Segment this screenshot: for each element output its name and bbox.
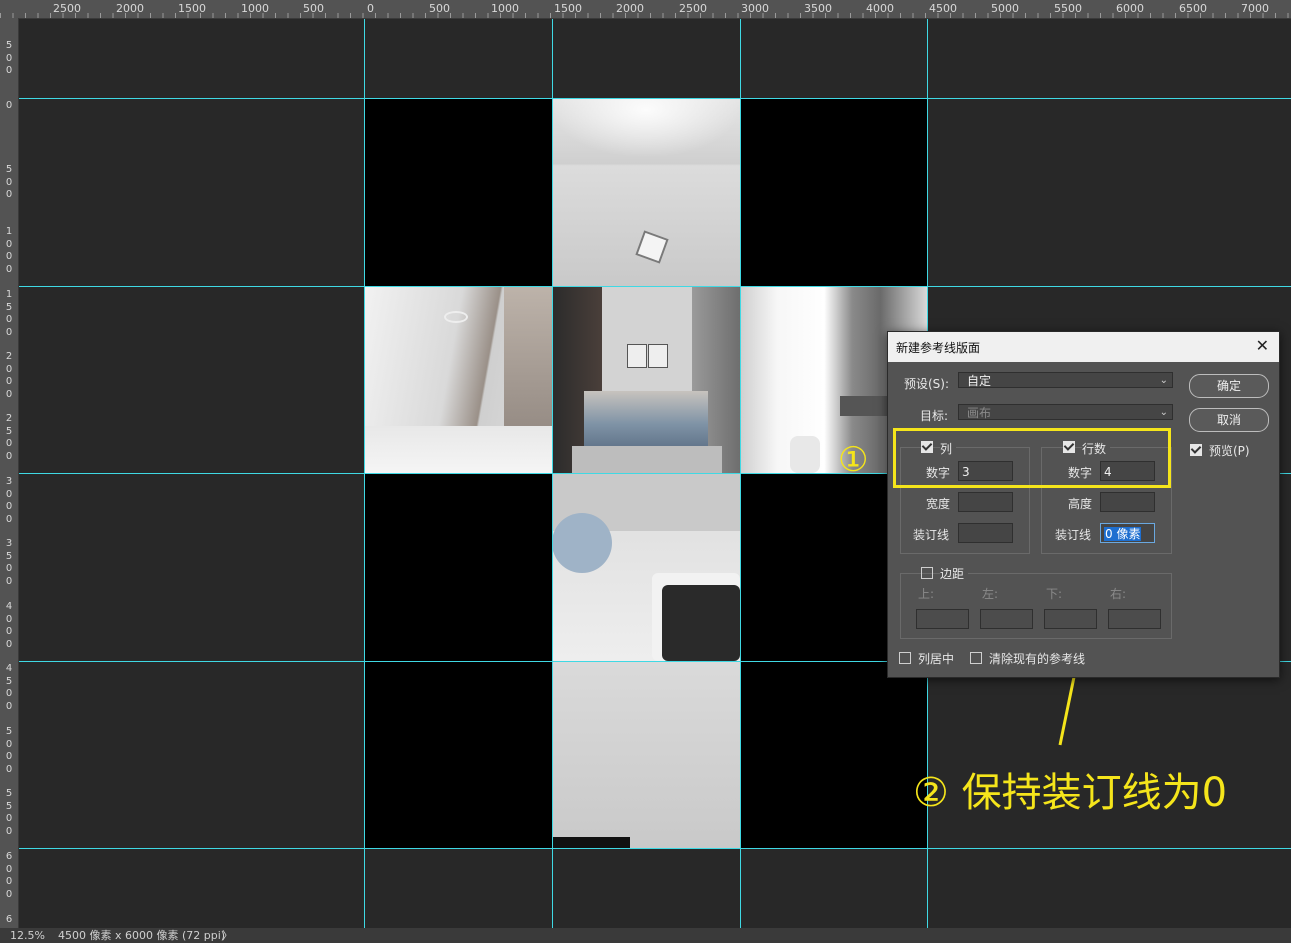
ruler-label: 4500 <box>929 2 957 15</box>
ruler-label: 500 <box>429 2 450 15</box>
cancel-button[interactable]: 取消 <box>1189 408 1269 432</box>
horizontal-ruler[interactable]: 2500 2000 1500 1000 500 0 500 1000 1500 2000 2500 3… <box>0 0 1291 19</box>
preset-dropdown[interactable]: 自定 ⌄ <box>958 372 1173 388</box>
clear-guides-checkbox[interactable] <box>970 652 982 664</box>
ruler-label: 5000 <box>991 2 1019 15</box>
guide-horizontal[interactable] <box>19 286 1291 287</box>
ruler-label: 5500 <box>1054 2 1082 15</box>
ruler-label: 1000 <box>5 226 13 275</box>
image-tile-left-wall <box>364 286 552 473</box>
rows-height-label: 高度 <box>1068 497 1093 511</box>
ruler-label: 5500 <box>5 788 13 837</box>
columns-gutter-label: 装订线 <box>913 528 950 542</box>
ruler-label: 2000 <box>5 351 13 400</box>
margin-group <box>900 573 1172 639</box>
margin-checkbox[interactable] <box>921 567 933 579</box>
document-info: 4500 像素 x 6000 像素 (72 ppi) <box>58 929 226 942</box>
rows-gutter-input[interactable]: 0 像素 <box>1100 523 1155 543</box>
target-dropdown[interactable]: 画布 ⌄ <box>958 404 1173 420</box>
ruler-label: 4000 <box>866 2 894 15</box>
close-icon[interactable]: ✕ <box>1256 336 1269 355</box>
preview-checkbox[interactable] <box>1190 444 1202 456</box>
ruler-label: 1500 <box>554 2 582 15</box>
document-empty-region <box>740 98 927 286</box>
ruler-label: 3000 <box>5 476 13 525</box>
image-tile-bottom <box>552 661 740 848</box>
ok-button[interactable]: 确定 <box>1189 374 1269 398</box>
ruler-label: 1500 <box>178 2 206 15</box>
ruler-label: 500 <box>303 2 324 15</box>
guide-horizontal[interactable] <box>19 98 1291 99</box>
margin-bottom-label: 下: <box>1046 587 1063 601</box>
document-empty-region <box>364 98 552 286</box>
ruler-label: 6 <box>5 914 13 925</box>
ruler-label: 500 <box>5 164 13 200</box>
ruler-label: 4500 <box>5 663 13 712</box>
ruler-label: 0 <box>5 100 13 111</box>
rows-gutter-value: 0 像素 <box>1104 527 1142 541</box>
status-arrow-icon[interactable]: 〉 <box>222 928 233 943</box>
center-columns-checkbox[interactable] <box>899 652 911 664</box>
center-columns-label: 列居中 <box>918 652 955 666</box>
annotation-step1: ① <box>838 440 869 480</box>
target-value: 画布 <box>967 406 992 420</box>
preset-value: 自定 <box>967 374 992 388</box>
ruler-label: 2500 <box>53 2 81 15</box>
new-guide-layout-dialog[interactable]: 新建参考线版面 ✕ 预设(S): 自定 ⌄ 目标: 画布 ⌄ 确定 取消 预览(… <box>887 331 1280 678</box>
rows-gutter-label: 装订线 <box>1055 528 1092 542</box>
ruler-label: 4000 <box>5 601 13 650</box>
margin-label: 边距 <box>940 565 969 582</box>
chevron-down-icon: ⌄ <box>1159 375 1168 386</box>
annotation-step2: ② 保持装订线为0 <box>913 770 1228 816</box>
ruler-label: 7000 <box>1241 2 1269 15</box>
margin-left-input[interactable] <box>980 609 1033 629</box>
ruler-label: 1500 <box>5 289 13 338</box>
columns-width-input[interactable] <box>958 492 1013 512</box>
preview-label: 预览(P) <box>1209 444 1250 458</box>
ruler-label: 2000 <box>616 2 644 15</box>
image-tile-bed <box>552 286 740 473</box>
ruler-label: 3500 <box>804 2 832 15</box>
clear-guides-label: 清除现有的参考线 <box>989 652 1086 666</box>
ceiling-light <box>635 230 669 264</box>
ruler-label: 3000 <box>741 2 769 15</box>
ruler-label: 0 <box>367 2 374 15</box>
status-bar: 12.5% 4500 像素 x 6000 像素 (72 ppi) 〉 <box>0 928 1291 943</box>
margin-left-label: 左: <box>982 587 999 601</box>
ruler-label: 2500 <box>5 413 13 462</box>
margin-right-label: 右: <box>1110 587 1127 601</box>
dialog-title: 新建参考线版面 <box>896 341 981 355</box>
ruler-label: 5000 <box>5 726 13 775</box>
columns-width-label: 宽度 <box>926 497 951 511</box>
image-tile-ceiling <box>552 98 740 286</box>
margin-top-input[interactable] <box>916 609 969 629</box>
columns-gutter-input[interactable] <box>958 523 1013 543</box>
rows-height-input[interactable] <box>1100 492 1155 512</box>
chevron-down-icon: ⌄ <box>1159 407 1168 418</box>
guide-horizontal[interactable] <box>19 848 1291 849</box>
ruler-label: 2500 <box>679 2 707 15</box>
dialog-title-bar[interactable]: 新建参考线版面 ✕ <box>888 332 1279 362</box>
ruler-label: 6000 <box>5 851 13 900</box>
margin-top-label: 上: <box>918 587 935 601</box>
preset-label: 预设(S): <box>904 377 950 391</box>
ruler-label: 3500 <box>5 538 13 587</box>
vertical-ruler[interactable]: 500 0 500 1000 1500 2000 2500 3000 3500 4000 4500 5… <box>0 18 19 928</box>
highlight-box <box>893 428 1171 488</box>
ruler-label: 1000 <box>241 2 269 15</box>
ruler-label: 2000 <box>116 2 144 15</box>
margin-right-input[interactable] <box>1108 609 1161 629</box>
image-tile-floor <box>552 473 740 661</box>
zoom-level[interactable]: 12.5% <box>10 928 45 943</box>
ruler-label: 1000 <box>491 2 519 15</box>
ruler-label: 6000 <box>1116 2 1144 15</box>
ruler-label: 6500 <box>1179 2 1207 15</box>
margin-bottom-input[interactable] <box>1044 609 1097 629</box>
target-label: 目标: <box>920 409 949 423</box>
ruler-label: 500 <box>5 40 13 76</box>
bed <box>584 391 708 451</box>
